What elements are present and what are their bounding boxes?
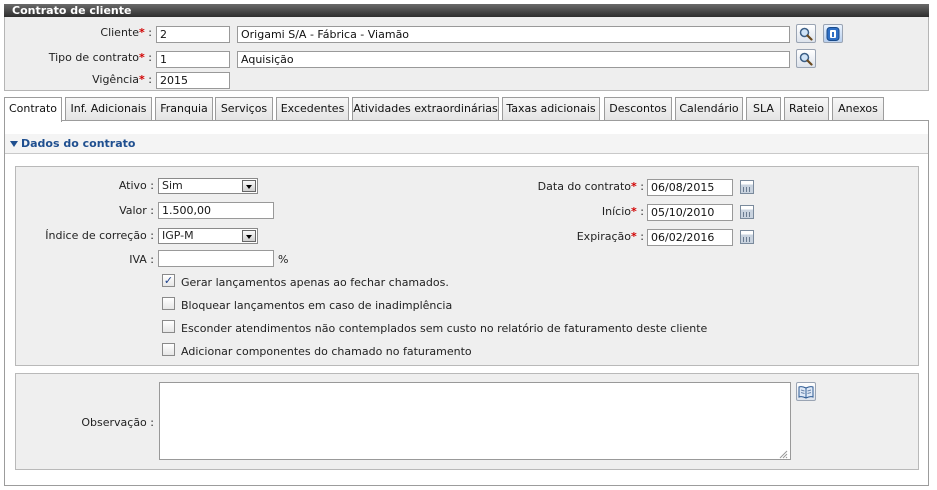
vigencia-label: Vigência* : <box>92 73 152 86</box>
info-icon <box>826 26 840 41</box>
book-icon <box>798 385 814 399</box>
tipo-contrato-code-input[interactable]: 1 <box>156 51 230 68</box>
dados-fieldset <box>15 166 919 366</box>
gerar-lancamentos-label: Gerar lançamentos apenas ao fechar chama… <box>181 276 449 289</box>
ativo-select[interactable]: Sim <box>158 178 258 194</box>
iva-unit: % <box>278 253 289 266</box>
data-contrato-label: Data do contrato* : <box>537 180 644 193</box>
tab-rateio[interactable]: Rateio <box>784 97 829 120</box>
calendar-icon[interactable] <box>740 180 754 194</box>
cliente-label: Cliente* : <box>100 26 152 39</box>
observacao-textarea[interactable] <box>159 382 791 460</box>
adicionar-componentes-checkbox[interactable] <box>162 343 175 356</box>
tab-franquia[interactable]: Franquia <box>155 97 213 120</box>
cliente-search-button[interactable] <box>796 24 816 43</box>
observacao-label: Observação : <box>81 416 154 429</box>
tab-contrato[interactable]: Contrato <box>4 97 62 122</box>
triangle-down-icon <box>10 141 18 147</box>
bloquear-lancamentos-label: Bloquear lançamentos em caso de inadimpl… <box>181 299 453 312</box>
tipo-contrato-label: Tipo de contrato* : <box>48 51 152 64</box>
ativo-select-value: Sim <box>162 179 183 192</box>
calendar-icon[interactable] <box>740 230 754 244</box>
section-header[interactable]: Dados do contrato <box>5 134 928 154</box>
section-title: Dados do contrato <box>21 137 136 150</box>
search-icon <box>799 27 813 41</box>
esconder-atendimentos-label: Esconder atendimentos não contemplados s… <box>181 322 708 335</box>
data-contrato-input[interactable]: 06/08/2015 <box>647 179 733 196</box>
tipo-contrato-search-button[interactable] <box>796 49 816 68</box>
bloquear-lancamentos-checkbox[interactable] <box>162 297 175 310</box>
iva-label: IVA : <box>129 253 154 266</box>
cliente-code-input[interactable]: 2 <box>156 26 230 43</box>
panel-title: Contrato de cliente <box>4 4 929 17</box>
valor-input[interactable]: 1.500,00 <box>158 202 274 219</box>
chevron-down-icon <box>242 180 256 192</box>
resize-grip-icon[interactable] <box>778 449 788 459</box>
tipo-contrato-name-input[interactable]: Aquisição <box>237 51 790 68</box>
tab-calendario[interactable]: Calendário <box>675 97 743 120</box>
observacao-book-button[interactable] <box>796 382 816 401</box>
cliente-info-button[interactable] <box>823 24 843 43</box>
indice-select[interactable]: IGP-M <box>158 228 258 244</box>
chevron-down-icon <box>242 230 256 242</box>
expiracao-label: Expiração* : <box>576 230 644 243</box>
iva-input[interactable] <box>158 250 274 267</box>
valor-label: Valor : <box>119 204 154 217</box>
tab-inf-adicionais[interactable]: Inf. Adicionais <box>65 97 152 120</box>
tab-excedentes[interactable]: Excedentes <box>276 97 349 120</box>
inicio-input[interactable]: 05/10/2010 <box>647 204 733 221</box>
calendar-icon[interactable] <box>740 205 754 219</box>
search-icon <box>799 52 813 66</box>
vigencia-input[interactable]: 2015 <box>156 72 230 89</box>
indice-select-value: IGP-M <box>162 229 194 242</box>
ativo-label: Ativo : <box>118 179 154 192</box>
expiracao-input[interactable]: 06/02/2016 <box>647 229 733 246</box>
cliente-name-input[interactable]: Origami S/A - Fábrica - Viamão <box>237 26 790 43</box>
esconder-atendimentos-checkbox[interactable] <box>162 320 175 333</box>
tab-anexos[interactable]: Anexos <box>832 97 884 120</box>
indice-label: Índice de correção : <box>45 229 154 242</box>
tab-descontos[interactable]: Descontos <box>604 97 672 120</box>
gerar-lancamentos-checkbox[interactable]: ✓ <box>162 274 175 287</box>
inicio-label: Início* : <box>601 205 644 218</box>
tab-taxas-adicionais[interactable]: Taxas adicionais <box>502 97 600 120</box>
tab-atividades-extraordinarias[interactable]: Atividades extraordinárias <box>352 97 499 120</box>
adicionar-componentes-label: Adicionar componentes do chamado no fatu… <box>181 345 472 358</box>
tab-servicos[interactable]: Serviços <box>215 97 273 120</box>
tab-sla[interactable]: SLA <box>746 97 781 120</box>
